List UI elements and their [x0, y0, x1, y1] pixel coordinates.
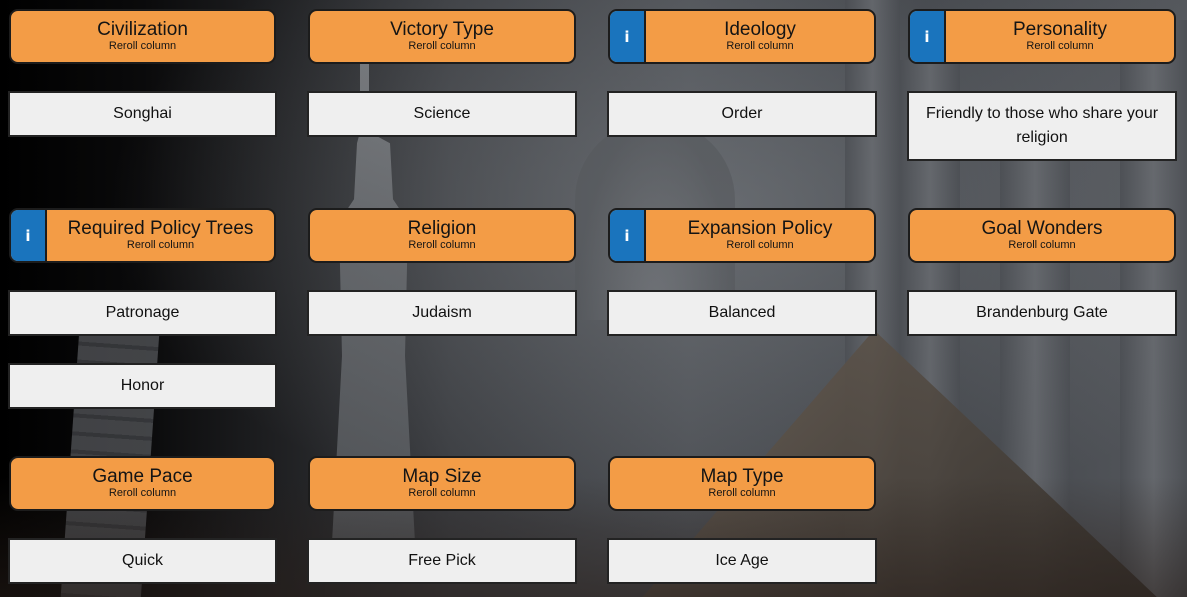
- header-text: Religion Reroll column: [310, 210, 574, 261]
- reroll-column-link[interactable]: Reroll column: [109, 487, 176, 499]
- reroll-column-link[interactable]: Reroll column: [109, 40, 176, 52]
- header-text: Goal Wonders Reroll column: [910, 210, 1174, 261]
- header-text: Expansion Policy Reroll column: [646, 210, 874, 261]
- header-title: Personality: [1013, 19, 1107, 40]
- info-button[interactable]: i: [11, 210, 47, 261]
- value-required-policy-tree: Honor: [8, 363, 277, 409]
- info-button[interactable]: i: [610, 11, 646, 62]
- column-header-religion[interactable]: Religion Reroll column: [308, 208, 576, 263]
- reroll-column-link[interactable]: Reroll column: [127, 239, 194, 251]
- header-text: Personality Reroll column: [946, 11, 1174, 62]
- column-header-personality[interactable]: i Personality Reroll column: [908, 9, 1176, 64]
- value-game-pace: Quick: [8, 538, 277, 584]
- reroll-column-link[interactable]: Reroll column: [1026, 40, 1093, 52]
- value-expansion-policy: Balanced: [607, 290, 877, 336]
- header-title: Expansion Policy: [687, 218, 833, 239]
- column-header-map-type[interactable]: Map Type Reroll column: [608, 456, 876, 511]
- column-header-ideology[interactable]: i Ideology Reroll column: [608, 9, 876, 64]
- header-text: Required Policy Trees Reroll column: [47, 210, 274, 261]
- reroll-column-link[interactable]: Reroll column: [708, 487, 775, 499]
- header-title: Map Size: [402, 466, 482, 487]
- header-title: Goal Wonders: [981, 218, 1103, 239]
- column-header-required-policy-trees[interactable]: i Required Policy Trees Reroll column: [9, 208, 276, 263]
- header-title: Game Pace: [92, 466, 193, 487]
- reroll-column-link[interactable]: Reroll column: [408, 239, 475, 251]
- value-ideology: Order: [607, 91, 877, 137]
- value-map-type: Ice Age: [607, 538, 877, 584]
- header-text: Map Type Reroll column: [610, 458, 874, 509]
- column-header-game-pace[interactable]: Game Pace Reroll column: [9, 456, 276, 511]
- header-text: Victory Type Reroll column: [310, 11, 574, 62]
- value-personality: Friendly to those who share your religio…: [907, 91, 1177, 161]
- info-button[interactable]: i: [910, 11, 946, 62]
- header-title: Required Policy Trees: [67, 218, 254, 239]
- value-religion: Judaism: [307, 290, 577, 336]
- column-header-civilization[interactable]: Civilization Reroll column: [9, 9, 276, 64]
- value-goal-wonders: Brandenburg Gate: [907, 290, 1177, 336]
- value-civilization: Songhai: [8, 91, 277, 137]
- reroll-column-link[interactable]: Reroll column: [726, 40, 793, 52]
- value-required-policy-tree: Patronage: [8, 290, 277, 336]
- header-title: Civilization: [97, 19, 188, 40]
- column-header-map-size[interactable]: Map Size Reroll column: [308, 456, 576, 511]
- header-title: Religion: [407, 218, 477, 239]
- header-text: Ideology Reroll column: [646, 11, 874, 62]
- column-header-victory-type[interactable]: Victory Type Reroll column: [308, 9, 576, 64]
- header-title: Victory Type: [390, 19, 494, 40]
- header-text: Map Size Reroll column: [310, 458, 574, 509]
- header-title: Map Type: [700, 466, 784, 487]
- value-map-size: Free Pick: [307, 538, 577, 584]
- reroll-column-link[interactable]: Reroll column: [726, 239, 793, 251]
- reroll-column-link[interactable]: Reroll column: [408, 487, 475, 499]
- reroll-column-link[interactable]: Reroll column: [408, 40, 475, 52]
- value-victory-type: Science: [307, 91, 577, 137]
- column-header-goal-wonders[interactable]: Goal Wonders Reroll column: [908, 208, 1176, 263]
- header-text: Game Pace Reroll column: [11, 458, 274, 509]
- header-title: Ideology: [724, 19, 796, 40]
- reroll-column-link[interactable]: Reroll column: [1008, 239, 1075, 251]
- column-header-expansion-policy[interactable]: i Expansion Policy Reroll column: [608, 208, 876, 263]
- info-button[interactable]: i: [610, 210, 646, 261]
- header-text: Civilization Reroll column: [11, 11, 274, 62]
